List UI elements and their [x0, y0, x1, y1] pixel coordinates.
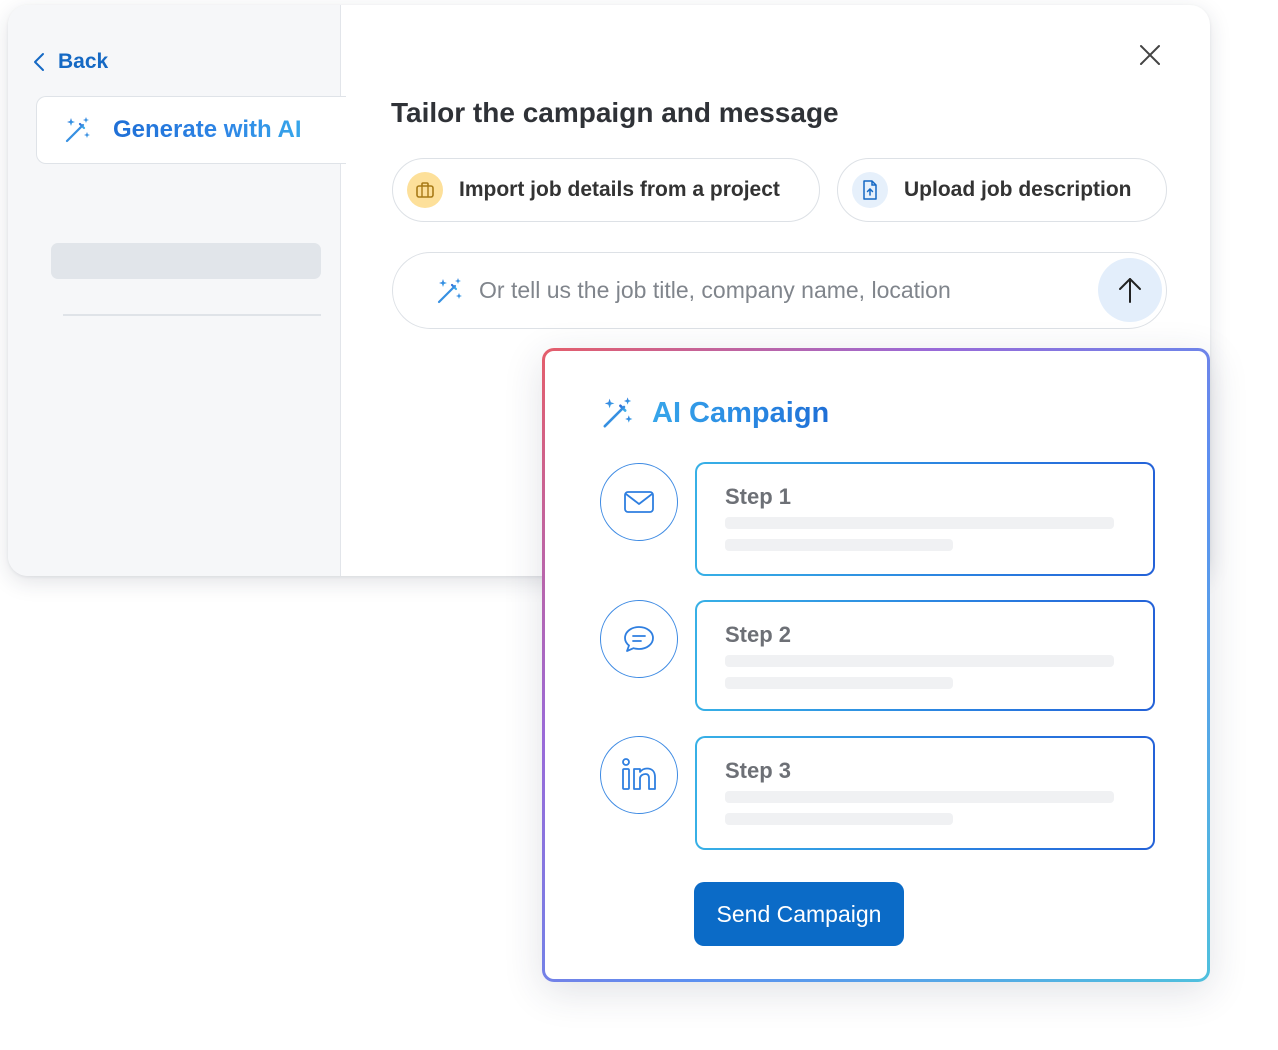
linkedin-icon [622, 758, 656, 790]
magic-wand-icon [65, 117, 90, 143]
step-3-card[interactable]: Step 3 [695, 736, 1155, 850]
close-icon [1140, 45, 1160, 65]
ai-campaign-card: AI Campaign Step 1 Step 2 Step 3 Send Ca… [542, 348, 1210, 982]
step-1-card[interactable]: Step 1 [695, 462, 1155, 576]
close-button[interactable] [1136, 41, 1164, 69]
mail-icon [624, 491, 654, 513]
skeleton-placeholder [51, 243, 321, 279]
step-2-channel [600, 600, 678, 678]
arrow-up-icon [1119, 278, 1141, 303]
skeleton-line [725, 655, 1114, 667]
step-1-channel [600, 463, 678, 541]
upload-chip-label: Upload job description [904, 178, 1132, 201]
ai-campaign-body: AI Campaign Step 1 Step 2 Step 3 Send Ca… [545, 351, 1207, 979]
left-panel: Back Generate with AI [8, 5, 346, 576]
chevron-left-icon [34, 53, 44, 71]
step-2-label: Step 2 [725, 622, 792, 647]
back-button[interactable]: Back [32, 47, 108, 77]
divider [63, 314, 321, 316]
import-job-details-button[interactable]: Import job details from a project [392, 158, 820, 222]
tab-generate-with-ai[interactable]: Generate with AI [36, 96, 346, 164]
skeleton-line [725, 517, 1114, 529]
step-1-label: Step 1 [725, 484, 792, 509]
upload-job-description-button[interactable]: Upload job description [837, 158, 1167, 222]
page-title: Tailor the campaign and message [391, 97, 839, 128]
import-chip-label: Import job details from a project [459, 178, 780, 201]
send-campaign-button[interactable]: Send Campaign [694, 882, 904, 946]
back-label: Back [58, 50, 109, 73]
briefcase-icon [407, 172, 443, 208]
prompt-field [392, 252, 1167, 329]
stage: Back Generate with AI Tailor the campaig… [0, 0, 1278, 1050]
campaign-title: AI Campaign [652, 396, 830, 429]
step-3-label: Step 3 [725, 758, 792, 783]
skeleton-line [725, 677, 953, 689]
step-3-body: Step 3 [697, 738, 1153, 848]
step-2-body: Step 2 [697, 602, 1153, 709]
step-3-channel [600, 736, 678, 814]
skeleton-line [725, 539, 953, 551]
step-2-card[interactable]: Step 2 [695, 600, 1155, 711]
campaign-header: AI Campaign [600, 395, 829, 431]
skeleton-line [725, 813, 953, 825]
chat-bubble-icon [624, 626, 654, 652]
magic-wand-icon [437, 277, 462, 303]
tab-generate-label: Generate with AI [113, 116, 302, 143]
step-1-body: Step 1 [697, 464, 1153, 574]
job-prompt-input[interactable] [479, 277, 1079, 304]
magic-wand-icon [603, 397, 633, 428]
file-upload-icon [852, 172, 888, 208]
skeleton-line [725, 791, 1114, 803]
submit-prompt-button[interactable] [1098, 258, 1162, 322]
